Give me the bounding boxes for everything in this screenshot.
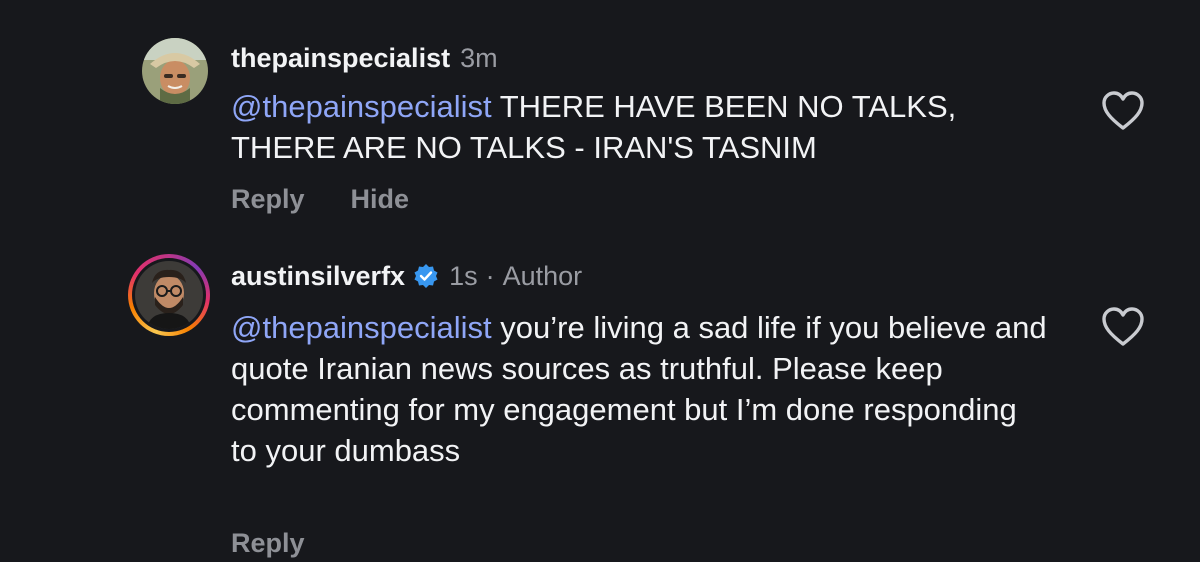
comments-screen: thepainspecialist 3m @thepainspecialist …	[0, 0, 1200, 562]
heart-outline-icon	[1102, 91, 1144, 130]
like-button[interactable]	[1100, 306, 1146, 348]
comment-text: @thepainspecialist THERE HAVE BEEN NO TA…	[231, 86, 1051, 168]
timestamp: 1s	[449, 261, 478, 291]
avatar[interactable]	[142, 38, 208, 104]
avatar-image	[135, 261, 203, 329]
mention-link[interactable]: @thepainspecialist	[231, 89, 492, 124]
meta-separator: ·	[485, 261, 495, 291]
author-label: Author	[502, 261, 583, 291]
comment-actions: Reply	[231, 528, 305, 559]
avatar-image	[142, 38, 208, 104]
story-ring[interactable]	[128, 254, 210, 336]
comment-meta: austinsilverfx 1s · Author	[231, 260, 582, 292]
verified-badge-icon	[413, 263, 439, 289]
comment-actions: Reply Hide	[231, 184, 409, 215]
username[interactable]: thepainspecialist	[231, 42, 450, 74]
reply-button[interactable]: Reply	[231, 184, 305, 215]
mention-link[interactable]: @thepainspecialist	[231, 310, 492, 345]
previous-comment-edge	[255, 0, 315, 4]
timestamp: 3m	[460, 43, 498, 73]
reply-button[interactable]: Reply	[231, 528, 305, 559]
heart-outline-icon	[1102, 307, 1144, 346]
username[interactable]: austinsilverfx	[231, 260, 405, 292]
avatar[interactable]	[135, 261, 203, 329]
comment-text: @thepainspecialist you’re living a sad l…	[231, 307, 1051, 471]
hide-button[interactable]: Hide	[351, 184, 410, 215]
comment-meta: thepainspecialist 3m	[231, 42, 498, 74]
like-button[interactable]	[1100, 90, 1146, 132]
